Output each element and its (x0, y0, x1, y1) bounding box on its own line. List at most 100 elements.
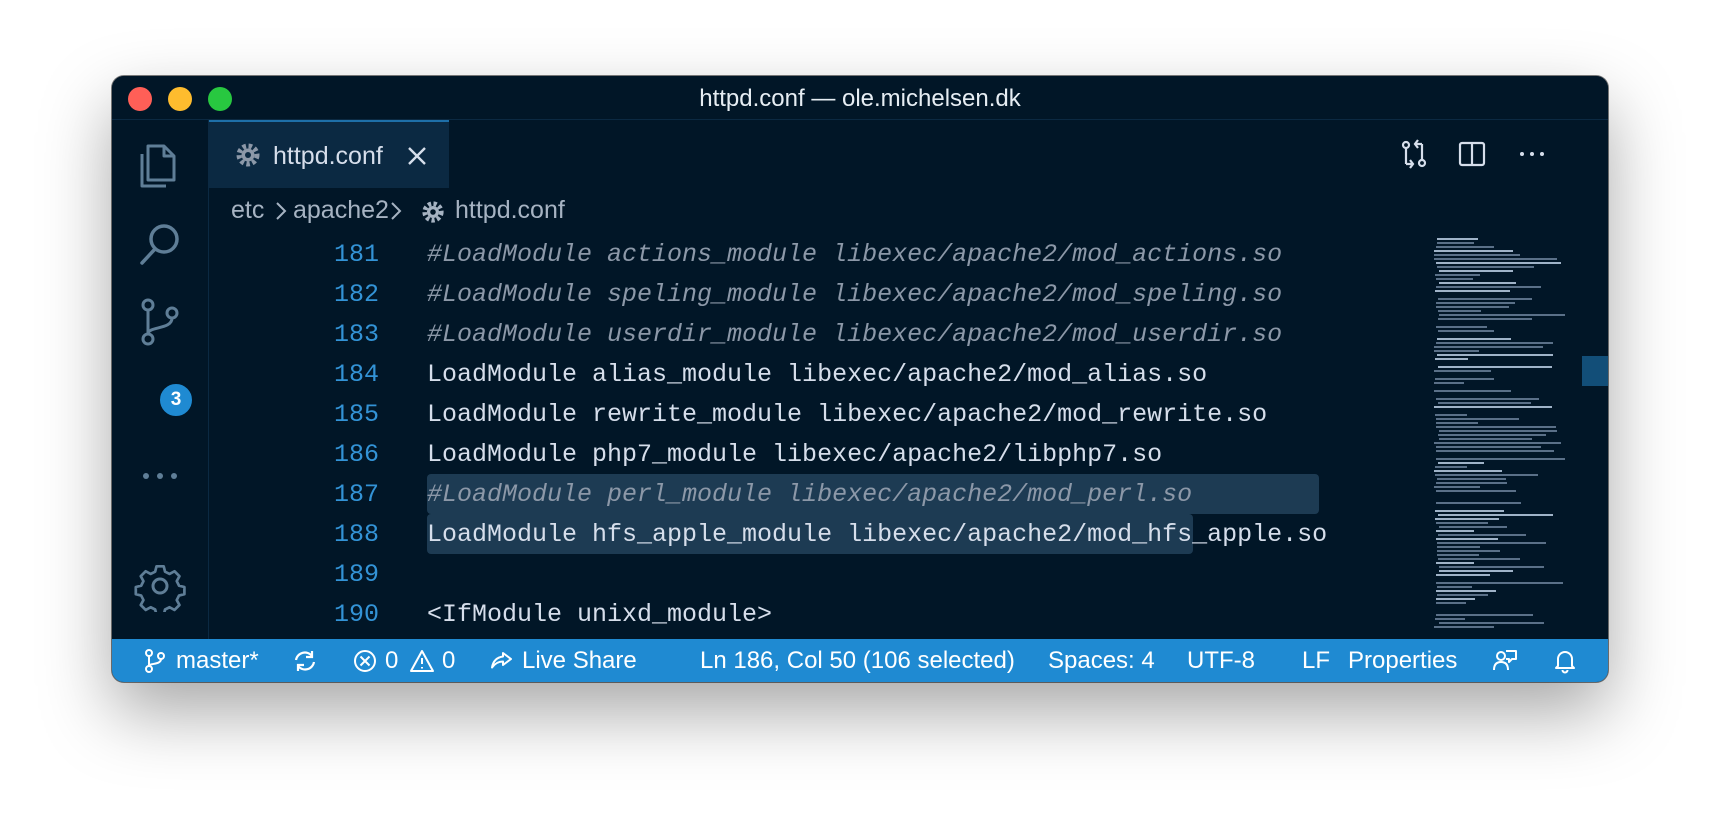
close-icon[interactable] (405, 144, 429, 168)
more-actions-icon[interactable] (1516, 138, 1548, 170)
minimap-line (1435, 618, 1465, 620)
minimap-line (1436, 458, 1565, 460)
breadcrumb-etc[interactable]: etc (231, 196, 264, 225)
code-line[interactable]: 187 #LoadModule perl_module libexec/apac… (209, 474, 1529, 514)
code-line[interactable]: 189 (209, 554, 1529, 594)
title-bar: httpd.conf — ole.michelsen.dk (112, 76, 1608, 120)
code-line[interactable]: 182 #LoadModule speling_module libexec/a… (209, 274, 1529, 314)
minimap-line (1436, 278, 1473, 280)
error-count[interactable]: 0 (385, 647, 398, 675)
line-text: LoadModule alias_module libexec/apache2/… (427, 360, 1208, 389)
minimap-line (1439, 430, 1557, 432)
source-control-icon[interactable] (134, 296, 186, 348)
minimap-line (1434, 254, 1520, 256)
minimap-line (1436, 450, 1554, 452)
minimap-line (1435, 466, 1467, 468)
minimap-line (1435, 358, 1468, 360)
split-editor-icon[interactable] (1456, 138, 1488, 170)
minimap-line (1434, 370, 1491, 372)
language-mode[interactable]: Properties (1348, 647, 1457, 675)
live-share-icon[interactable] (488, 648, 514, 674)
line-text: #LoadModule speling_module libexec/apach… (427, 280, 1283, 309)
warning-count[interactable]: 0 (442, 647, 455, 675)
editor-actions (1398, 138, 1578, 170)
minimap-scroll-thumb[interactable] (1582, 356, 1608, 386)
minimap-line (1436, 562, 1474, 564)
minimap-line (1436, 262, 1561, 264)
minimap-line (1436, 582, 1563, 584)
breadcrumb-apache2[interactable]: apache2 (293, 196, 389, 225)
minimap-line (1436, 590, 1496, 592)
breadcrumb-httpd-conf[interactable]: httpd.conf (455, 196, 565, 225)
minimap-line (1436, 482, 1507, 484)
minimap-line (1435, 414, 1467, 416)
minimap-line (1434, 258, 1557, 260)
end-of-line[interactable]: LF (1302, 647, 1330, 675)
live-share-button[interactable]: Live Share (522, 647, 637, 675)
minimap-line (1437, 586, 1472, 588)
code-line[interactable]: 184 LoadModule alias_module libexec/apac… (209, 354, 1529, 394)
minimap-line (1439, 270, 1513, 272)
line-number: 184 (333, 360, 379, 389)
code-line[interactable]: 186 LoadModule php7_module libexec/apach… (209, 434, 1529, 474)
minimap-line (1436, 574, 1490, 576)
minimap-line (1437, 550, 1500, 552)
cursor-position[interactable]: Ln 186, Col 50 (106 selected) (700, 647, 1015, 675)
line-number: 188 (333, 520, 379, 549)
minimap-line (1436, 538, 1498, 540)
line-text: LoadModule rewrite_module libexec/apache… (427, 400, 1268, 429)
code-line[interactable]: 188 LoadModule hfs_apple_module libexec/… (209, 514, 1529, 554)
more-icon[interactable] (134, 450, 186, 502)
encoding[interactable]: UTF-8 (1187, 647, 1255, 675)
minimap-line (1438, 318, 1532, 320)
code-line[interactable]: 183 #LoadModule userdir_module libexec/a… (209, 314, 1529, 354)
open-changes-icon[interactable] (1398, 138, 1430, 170)
notifications-bell-icon[interactable] (1552, 648, 1578, 674)
code-line[interactable]: 190 <IfModule unixd_module> (209, 594, 1529, 634)
error-icon[interactable] (352, 648, 378, 674)
minimap-line (1436, 342, 1553, 344)
settings-gear-icon[interactable] (134, 560, 186, 617)
minimap-line (1436, 426, 1556, 428)
minimap-line (1436, 306, 1509, 308)
line-number: 186 (333, 440, 379, 469)
line-number: 181 (333, 240, 379, 269)
search-icon[interactable] (134, 218, 186, 270)
feedback-icon[interactable] (1492, 648, 1518, 674)
minimap-line (1434, 486, 1480, 488)
files-icon[interactable] (134, 140, 186, 192)
code-editor[interactable]: 181 #LoadModule actions_module libexec/a… (209, 234, 1529, 639)
minimap-line (1434, 346, 1543, 348)
minimap-line (1436, 326, 1487, 328)
minimap-line (1436, 602, 1466, 604)
minimap-line (1437, 594, 1488, 596)
minimap-line (1438, 330, 1494, 332)
minimap-line (1435, 290, 1510, 292)
line-text: LoadModule hfs_apple_module libexec/apac… (427, 520, 1328, 549)
gear-icon (422, 201, 444, 223)
minimap-line (1438, 434, 1546, 436)
chevron-right-icon (391, 202, 402, 220)
minimap-line (1437, 354, 1553, 356)
minimap-line (1438, 558, 1520, 560)
tab-httpd-conf[interactable]: httpd.conf (209, 120, 449, 188)
minimap-line (1434, 442, 1561, 444)
git-branch[interactable]: master* (176, 647, 259, 675)
activity-bar: 3 (112, 120, 209, 639)
line-text: #LoadModule actions_module libexec/apach… (427, 240, 1283, 269)
line-number: 185 (333, 400, 379, 429)
code-line[interactable]: 185 LoadModule rewrite_module libexec/ap… (209, 394, 1529, 434)
minimap-line (1436, 286, 1541, 288)
line-text: #LoadModule userdir_module libexec/apach… (427, 320, 1283, 349)
warning-icon[interactable] (409, 648, 435, 674)
code-line[interactable]: 181 #LoadModule actions_module libexec/a… (209, 234, 1529, 274)
minimap-line (1437, 542, 1546, 544)
minimap[interactable] (1432, 234, 1608, 639)
sync-icon[interactable] (292, 648, 318, 674)
minimap-line (1438, 298, 1532, 300)
minimap-line (1437, 266, 1534, 268)
minimap-line (1437, 546, 1480, 548)
minimap-line (1434, 250, 1513, 252)
indentation[interactable]: Spaces: 4 (1048, 647, 1155, 675)
minimap-line (1434, 470, 1502, 472)
